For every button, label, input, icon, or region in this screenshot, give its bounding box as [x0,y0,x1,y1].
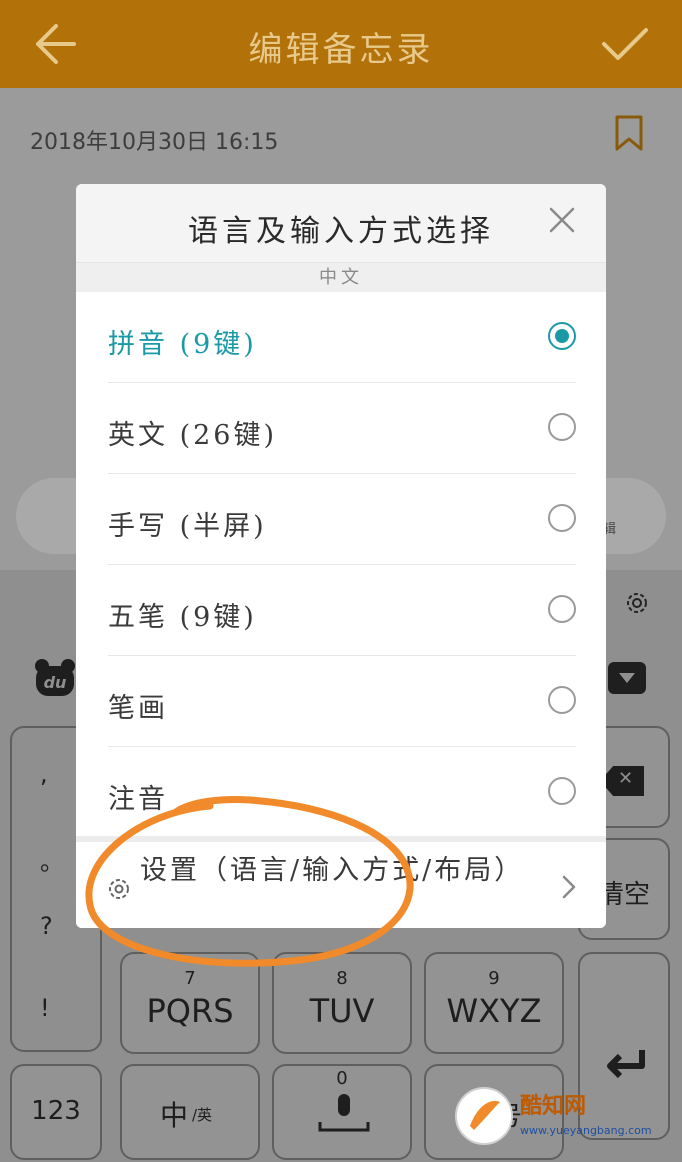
language-main-label: 中 [160,1099,189,1132]
watermark-url: www.yueyangbang.com [520,1124,652,1137]
option-handwriting-half[interactable]: 手写 (半屏) [108,474,576,565]
section-header-chinese: 中文 [76,262,606,292]
option-english-26[interactable]: 英文 (26键) [108,383,576,474]
option-label: 五笔 (9键) [108,602,257,633]
key-wxyz-letters: WXYZ [446,992,542,1030]
key-pqrs[interactable]: 7 PQRS [120,952,260,1054]
option-stroke[interactable]: 笔画 [108,656,576,747]
radio-selected-icon[interactable] [548,322,576,350]
radio-icon[interactable] [548,686,576,714]
number-mode-label: 123 [31,1096,81,1126]
key-wxyz[interactable]: 9 WXYZ [424,952,564,1054]
watermark: 酷知网 www.yueyangbang.com [432,1070,682,1162]
key-tuv-letters: TUV [309,992,375,1030]
baidu-du-logo-icon[interactable]: du [34,658,76,698]
number-mode-key[interactable]: 123 [10,1064,102,1160]
option-pinyin-9[interactable]: 拼音 (9键) [108,292,576,383]
option-label: 注音 [108,784,168,815]
bookmark-icon[interactable] [614,114,644,152]
confirm-check-icon[interactable] [598,22,652,66]
settings-row[interactable]: 设置（语言/输入方式/布局） [76,836,606,928]
option-label: 英文 (26键) [108,420,278,451]
watermark-logo-icon [455,1087,513,1145]
key-pqrs-num: 7 [184,968,196,989]
option-wubi-9[interactable]: 五笔 (9键) [108,565,576,656]
svg-text:du: du [44,673,67,692]
app-header: 编辑备忘录 [0,0,682,88]
radio-icon[interactable] [548,413,576,441]
radio-icon[interactable] [548,777,576,805]
microphone-icon [318,1094,370,1132]
language-switch-key[interactable]: 中 /英 [120,1064,260,1160]
watermark-title: 酷知网 [520,1094,587,1119]
settings-gear-icon [109,879,129,899]
option-zhuyin[interactable]: 注音 [108,747,576,838]
key-zero-num: 0 [336,1068,348,1089]
key-tuv[interactable]: 8 TUV [272,952,412,1054]
language-sub-label: /英 [192,1106,213,1124]
key-pqrs-letters: PQRS [146,992,234,1030]
hide-keyboard-button[interactable] [608,662,646,694]
key-wxyz-num: 9 [488,968,500,989]
radio-icon[interactable] [548,504,576,532]
settings-label: 设置（语言/输入方式/布局） [140,855,525,886]
close-icon[interactable] [548,206,576,234]
dialog-header: 语言及输入方式选择 [76,184,606,262]
radio-icon[interactable] [548,595,576,623]
memo-date: 2018年10月30日 16:15 [30,130,279,155]
option-label: 手写 (半屏) [108,511,267,542]
space-key[interactable]: 0 [272,1064,412,1160]
keyboard-settings-icon[interactable] [624,590,650,616]
key-tuv-num: 8 [336,968,348,989]
chevron-right-icon [562,875,576,899]
page-title: 编辑备忘录 [248,30,434,70]
dialog-title: 语言及输入方式选择 [188,214,494,249]
option-label: 拼音 (9键) [108,329,257,360]
option-label: 笔画 [108,693,168,724]
input-method-dialog: 语言及输入方式选择 中文 拼音 (9键) 英文 (26键) 手写 (半屏) 五笔… [76,184,606,928]
